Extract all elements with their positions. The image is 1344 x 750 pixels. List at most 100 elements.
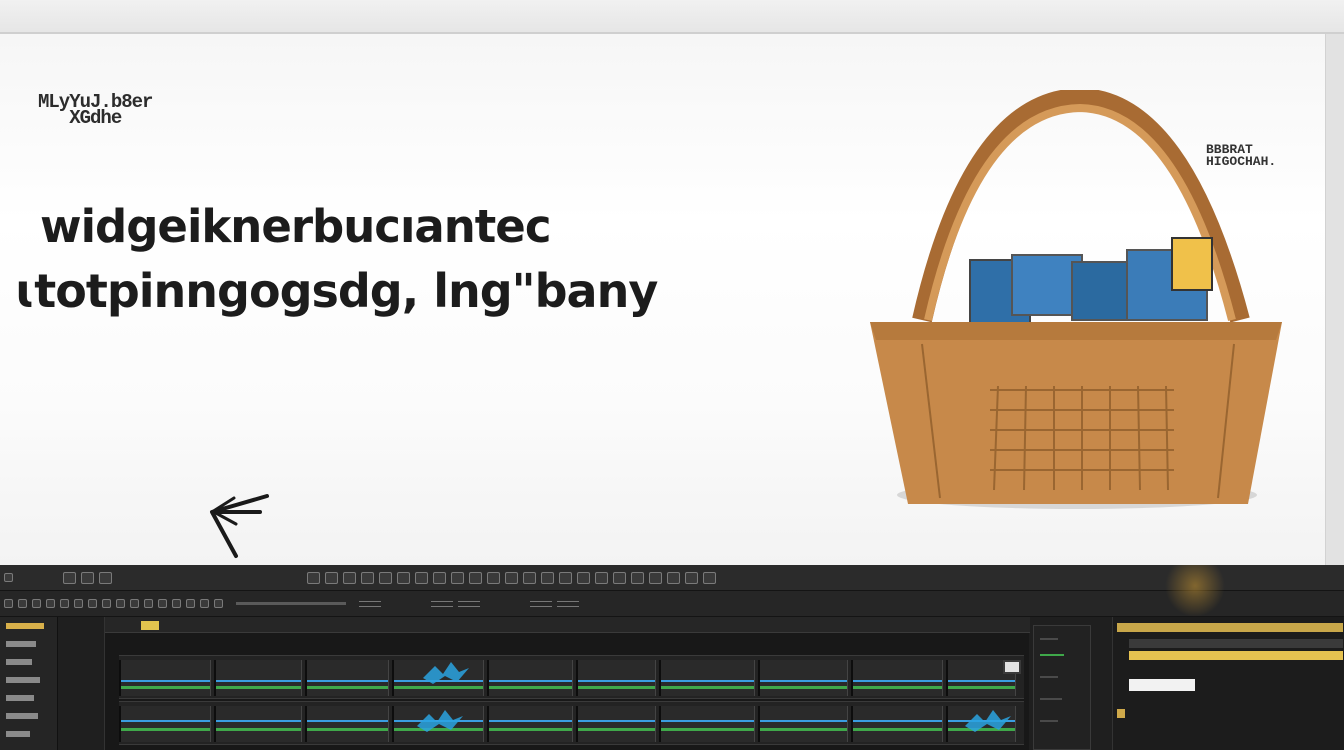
toolbar-button-icon[interactable] [325,571,338,584]
timeline-clip[interactable] [214,706,302,742]
toolbar-button-icon[interactable] [307,571,320,584]
toolbar-button-icon[interactable] [523,571,536,584]
zoom-slider[interactable] [236,602,346,605]
main-toolbar [0,565,1344,591]
toolbar-button-icon[interactable] [214,599,223,608]
audio-waveform [489,720,572,722]
toolbar-button-icon[interactable] [577,571,590,584]
video-track-1[interactable] [119,655,1024,699]
toolbar-button-icon[interactable] [158,599,167,608]
project-panel[interactable] [0,617,58,750]
audio-waveform [760,720,847,722]
toolbar-button-icon[interactable] [343,571,356,584]
toolbar-button-icon[interactable] [18,599,27,608]
timeline-clip[interactable] [758,660,848,696]
property-bar[interactable] [1129,639,1343,648]
toolbar-button-icon[interactable] [60,599,69,608]
inspector-row [1040,638,1058,640]
toolbar-button-icon[interactable] [397,571,410,584]
toolbar-button-icon[interactable] [613,571,626,584]
toolbar-button-icon[interactable] [361,571,374,584]
property-value-field[interactable] [1129,679,1195,691]
audio-waveform [121,680,210,682]
toolbar-button-icon[interactable] [102,599,111,608]
property-indicator [1117,709,1125,718]
cursor-arrow-icon [210,494,269,558]
audio-waveform [216,680,301,682]
project-item[interactable] [6,731,30,737]
toolbar-button-icon[interactable] [172,599,181,608]
toolbar-button-icon[interactable] [595,571,608,584]
project-item[interactable] [6,677,40,683]
property-bar[interactable] [1117,623,1343,632]
canvas-scrollbar[interactable] [1326,34,1344,565]
toolbar-button-icon[interactable] [433,571,446,584]
toolbar-button-icon[interactable] [144,599,153,608]
timeline[interactable] [104,617,1030,750]
project-item[interactable] [6,659,32,665]
timeline-clip[interactable] [576,706,656,742]
ruler-tick [458,600,480,607]
timeline-clip[interactable] [305,706,389,742]
audio-waveform [853,720,942,722]
timeline-clip[interactable] [305,660,389,696]
toolbar-button-icon[interactable] [469,571,482,584]
toolbar-button-icon[interactable] [200,599,209,608]
toolbar-button-icon[interactable] [116,599,125,608]
project-item[interactable] [6,695,34,701]
timeline-clip[interactable] [214,660,302,696]
audio-waveform [216,728,301,731]
timeline-clip[interactable] [487,706,573,742]
toolbar-button-icon[interactable] [667,571,680,584]
toolbar-button-icon[interactable] [415,571,428,584]
timeline-clip[interactable] [119,660,211,696]
playhead-marker[interactable] [141,621,159,630]
toolbar-button-icon[interactable] [685,571,698,584]
inspector-row [1040,676,1058,678]
toolbar-button-icon[interactable] [541,571,554,584]
property-bar[interactable] [1129,651,1343,660]
toolbar-button-icon[interactable] [186,599,195,608]
audio-waveform [489,680,572,682]
toolbar-button-icon[interactable] [88,599,97,608]
project-item-selected[interactable] [6,623,44,629]
audio-waveform [661,686,754,689]
timeline-clip[interactable] [851,706,943,742]
audio-waveform [948,680,1015,682]
properties-panel[interactable] [1112,617,1344,750]
timeline-clip[interactable] [851,660,943,696]
timeline-clip[interactable] [659,660,755,696]
audio-waveform [948,686,1015,689]
toolbar-button-icon[interactable] [379,571,392,584]
timeline-clip[interactable] [487,660,573,696]
toolbar-button-icon[interactable] [631,571,644,584]
toolbar-button-icon[interactable] [451,571,464,584]
toolbar-button-icon[interactable] [130,599,139,608]
timeline-clip[interactable] [119,706,211,742]
toolbar-button-icon[interactable] [74,599,83,608]
project-item[interactable] [6,641,36,647]
toolbar-button-icon[interactable] [46,599,55,608]
toolbar-button-icon[interactable] [81,571,94,584]
project-item[interactable] [6,713,38,719]
audio-waveform [307,728,388,731]
toolbar-button-icon[interactable] [63,571,76,584]
toolbar-button-icon[interactable] [4,599,13,608]
inspector-panel[interactable] [1033,625,1091,750]
secondary-toolbar [0,591,1344,617]
clip-thumbnail[interactable] [1003,660,1021,674]
toolbar-button-icon[interactable] [703,571,716,584]
timeline-clip[interactable] [576,660,656,696]
toolbar-button-icon[interactable] [4,573,13,582]
toolbar-button-icon[interactable] [99,571,112,584]
toolbar-button-icon[interactable] [559,571,572,584]
video-track-2[interactable] [119,701,1024,745]
toolbar-button-icon[interactable] [487,571,500,584]
timeline-ruler[interactable] [105,617,1030,633]
toolbar-button-icon[interactable] [649,571,662,584]
timeline-clip[interactable] [659,706,755,742]
timeline-clip[interactable] [758,706,848,742]
toolbar-button-icon[interactable] [32,599,41,608]
audio-waveform [489,686,572,689]
toolbar-button-icon[interactable] [505,571,518,584]
